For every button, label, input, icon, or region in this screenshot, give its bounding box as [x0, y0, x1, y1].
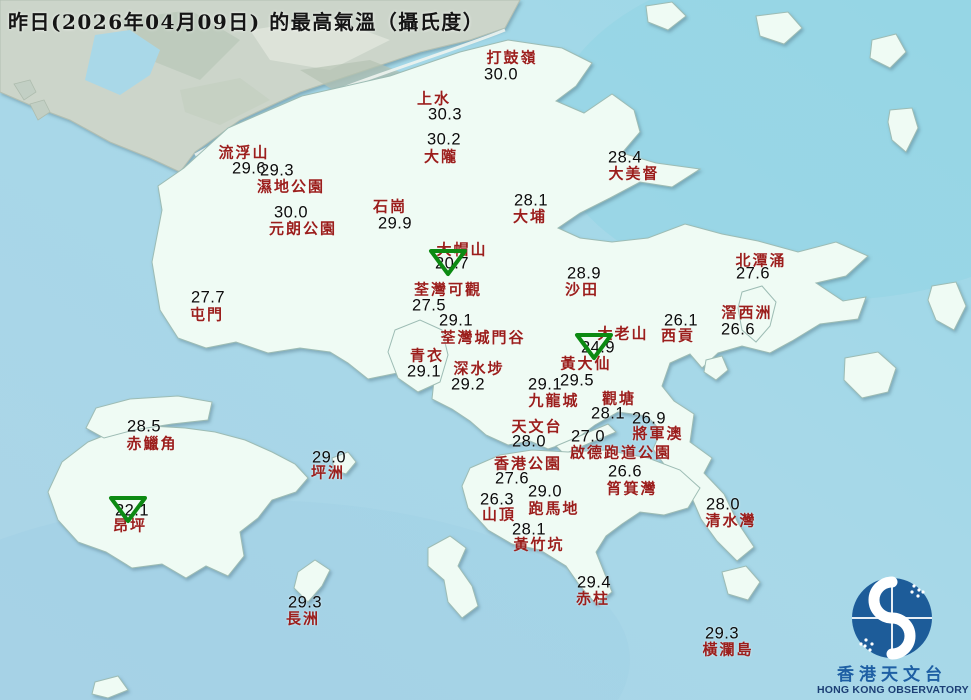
station-value: 28.1 — [511, 520, 547, 539]
station-value: 29.1 — [527, 375, 563, 394]
station-value: 30.2 — [426, 130, 462, 149]
station-value: 29.5 — [559, 371, 595, 390]
station-value: 28.0 — [705, 495, 741, 514]
weather-map-stage: 昨日(2026年04月09日) 的最高氣溫（攝氏度） 30.0 打鼓嶺 30.3… — [0, 0, 971, 700]
station-value: 30.0 — [273, 203, 309, 222]
station-value: 27.6 — [494, 469, 530, 488]
station-value: 29.1 — [438, 311, 474, 330]
station-value: 27.0 — [570, 427, 606, 446]
triangle-marker-icon — [429, 249, 467, 276]
station-value: 26.1 — [663, 311, 699, 330]
station-value: 29.0 — [311, 448, 347, 467]
station-name-label: 石崗 — [372, 197, 408, 216]
triangle-marker-icon — [109, 496, 147, 523]
station-value: 27.6 — [735, 264, 771, 283]
station-value: 29.9 — [377, 214, 413, 233]
station-value: 28.9 — [566, 264, 602, 283]
station-value: 26.9 — [631, 409, 667, 428]
station-value: 26.6 — [607, 462, 643, 481]
station-value: 29.3 — [704, 624, 740, 643]
station-value: 29.4 — [576, 573, 612, 592]
station-value: 30.0 — [483, 65, 519, 84]
hko-logo-icon — [852, 576, 932, 660]
station-value: 26.3 — [479, 490, 515, 509]
station-name-label: 打鼓嶺 — [486, 48, 538, 67]
station-value: 29.3 — [287, 593, 323, 612]
station-value: 28.0 — [511, 432, 547, 451]
triangle-marker-icon — [575, 333, 613, 360]
station-name-label: 滘西洲 — [721, 303, 773, 322]
hko-logo-chinese: 香港天文台 — [837, 664, 947, 685]
station-value: 29.3 — [259, 161, 295, 180]
station-value: 27.7 — [190, 288, 226, 307]
station-value: 28.4 — [607, 148, 643, 167]
station-value: 28.1 — [590, 404, 626, 423]
hko-logo-english: HONG KONG OBSERVATORY — [817, 684, 969, 697]
hko-logo: 香港天文台 HONG KONG OBSERVATORY — [817, 576, 969, 698]
station-value: 26.6 — [720, 320, 756, 339]
station-value: 30.3 — [427, 105, 463, 124]
station-value: 29.1 — [406, 362, 442, 381]
station-value: 29.2 — [450, 375, 486, 394]
station-value: 28.1 — [513, 191, 549, 210]
station-value: 28.5 — [126, 417, 162, 436]
page-title: 昨日(2026年04月09日) 的最高氣溫（攝氏度） — [8, 10, 485, 34]
station-value: 29.0 — [527, 482, 563, 501]
